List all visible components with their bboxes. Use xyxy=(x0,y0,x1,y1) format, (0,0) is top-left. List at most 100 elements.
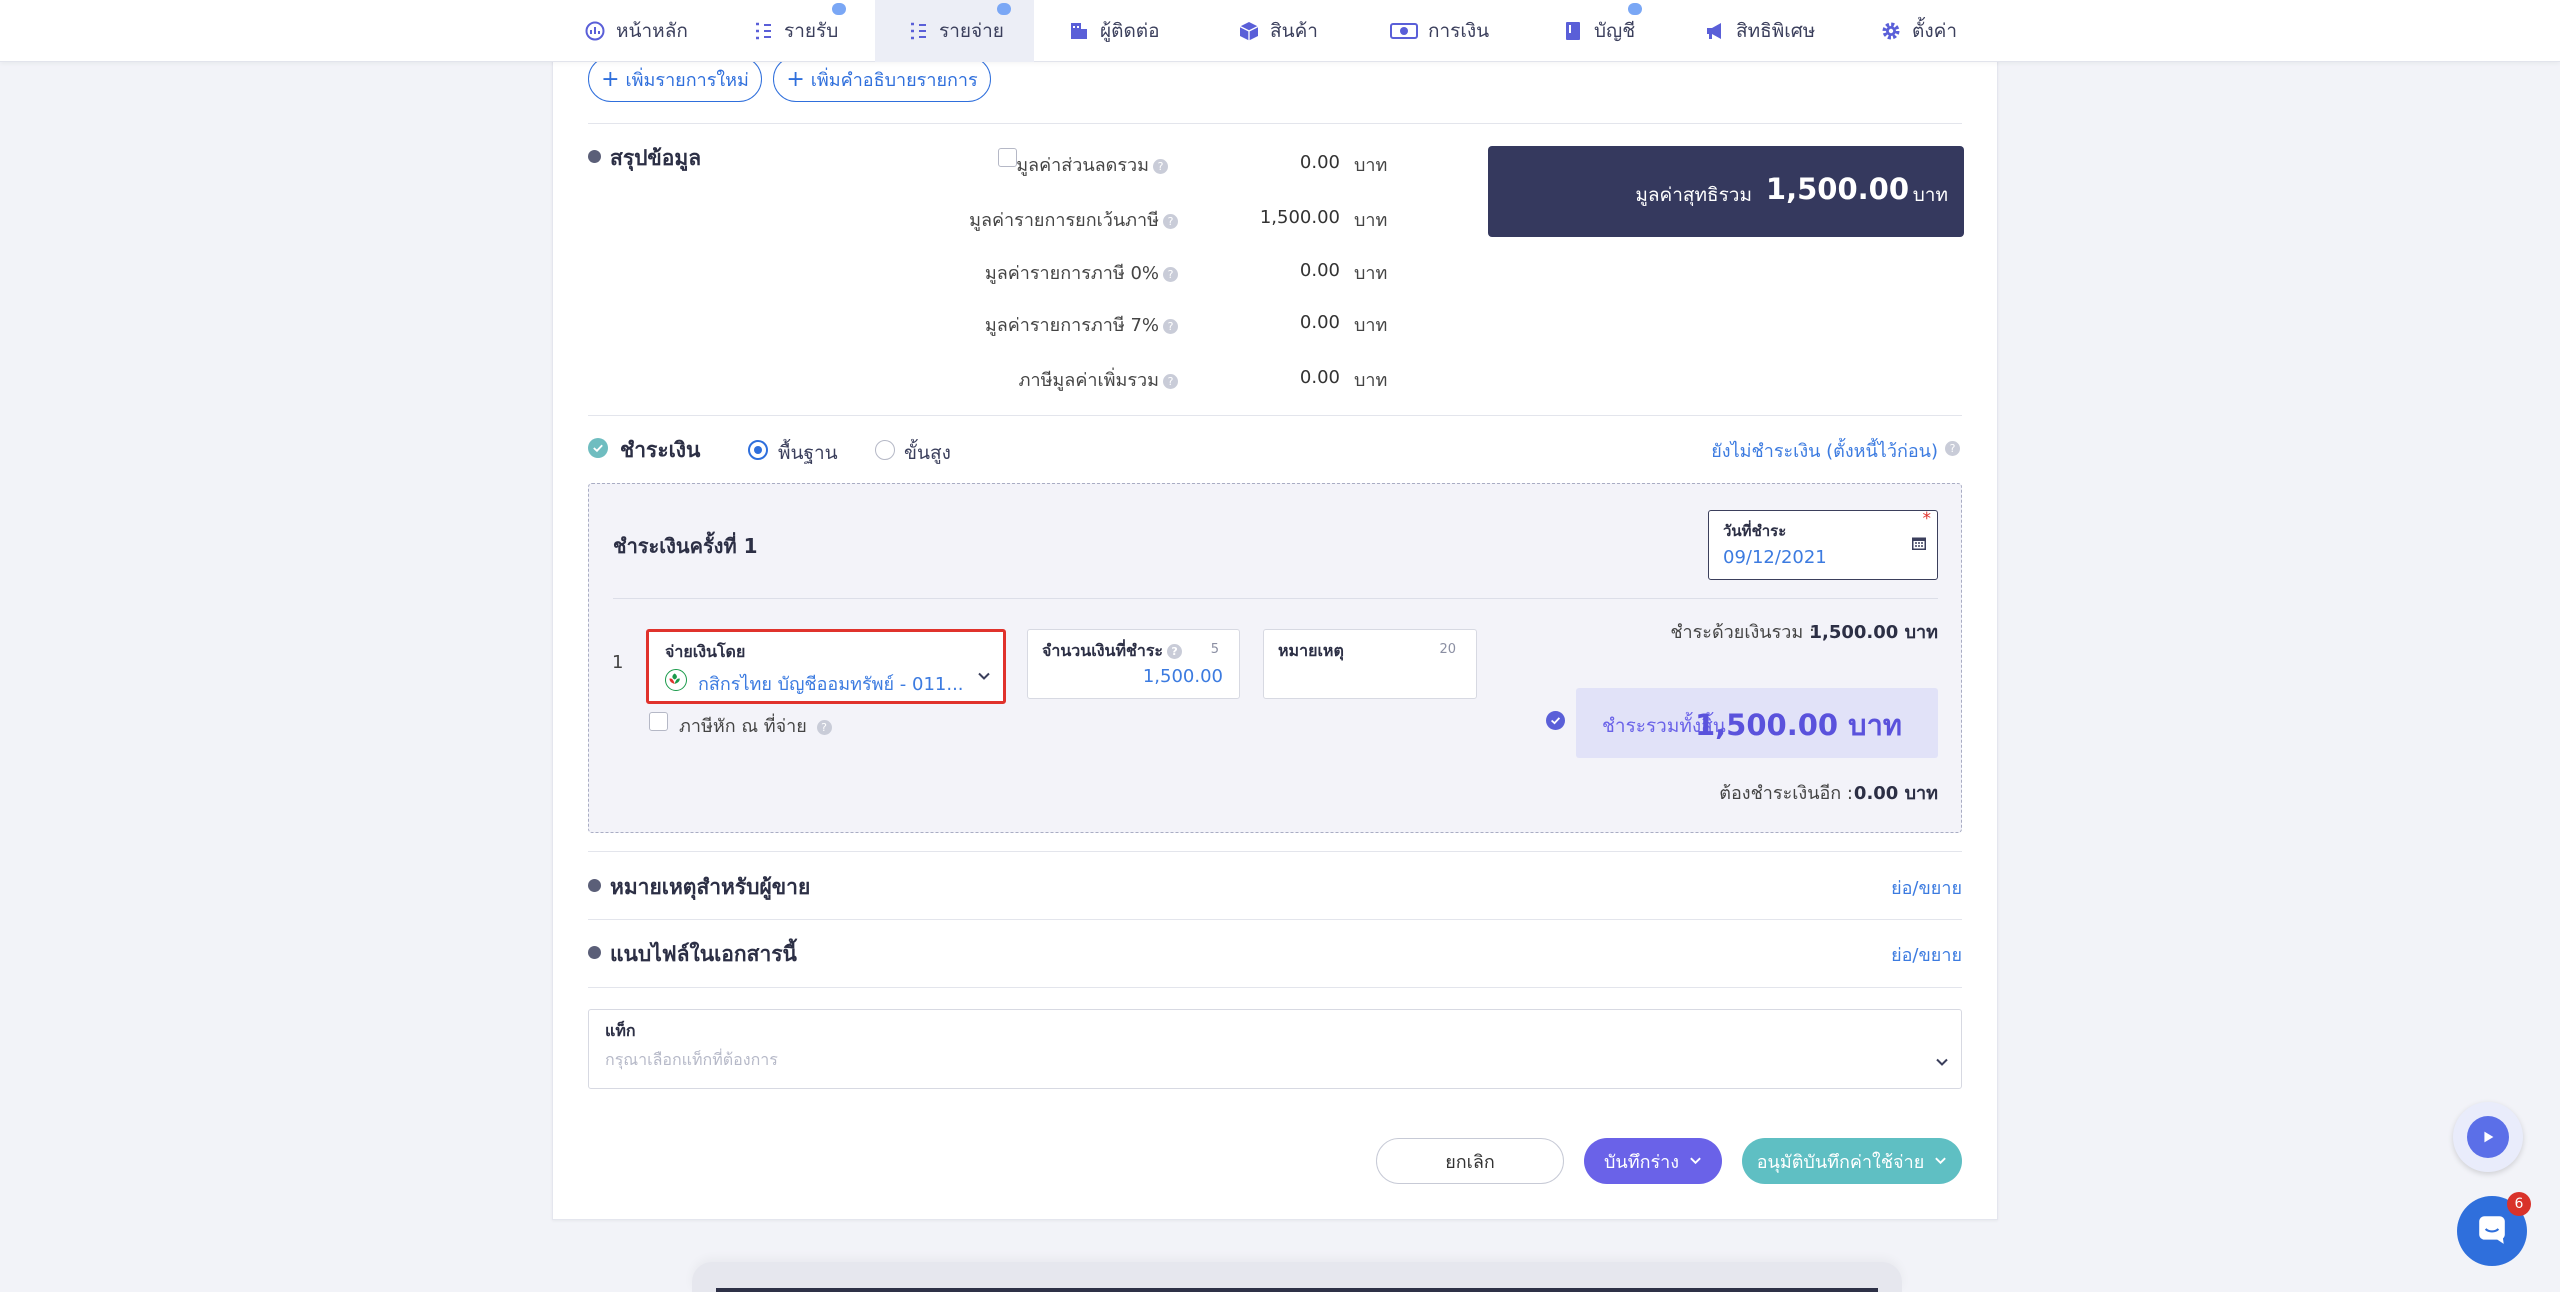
summary-row-label: มูลค่ารายการยกเว้นภาษี? xyxy=(940,205,1178,234)
payment-note-label: หมายเหตุ xyxy=(1278,641,1344,660)
check-circle-icon xyxy=(1546,711,1565,730)
summary-row-label: มูลค่ารายการภาษี 7%? xyxy=(940,310,1178,339)
payment-amount-counter: 5 xyxy=(1210,642,1219,657)
next-page-shadow xyxy=(692,1262,1902,1292)
nav-label: รายจ่าย xyxy=(939,20,1004,42)
summary-row-unit: บาท xyxy=(1354,370,1388,391)
tags-placeholder: กรุณาเลือกแท็กที่ต้องการ xyxy=(605,1050,778,1069)
paid-by-select[interactable]: จ่ายเงินโดย กสิกรไทย บัญชีออมทรัพย์ - 01… xyxy=(646,629,1006,704)
summary-row-label: มูลค่ารายการภาษี 0%? xyxy=(940,258,1178,287)
help-icon[interactable]: ? xyxy=(1945,441,1960,456)
divider xyxy=(588,987,1962,988)
payment-mode-basic-radio[interactable] xyxy=(748,440,768,460)
nav-item-products[interactable]: สินค้า xyxy=(1238,0,1318,62)
payment-mode-advanced-radio[interactable] xyxy=(875,440,895,460)
nav-label: รายรับ xyxy=(784,20,839,42)
section-bullet xyxy=(588,150,601,163)
seller-note-toggle[interactable]: ย่อ/ขยาย xyxy=(1891,873,1962,902)
net-total-value: 1,500.00 xyxy=(1765,172,1909,206)
summary-row-value: 0.00 xyxy=(1299,312,1340,333)
top-navigation: หน้าหลัก รายรับ รายจ่าย ผู้ติดต่อ สินค้า… xyxy=(0,0,2560,62)
box-icon xyxy=(1238,20,1260,42)
nav-item-home[interactable]: หน้าหลัก xyxy=(584,0,688,62)
help-icon[interactable]: ? xyxy=(1163,266,1178,282)
nav-item-contacts[interactable]: ผู้ติดต่อ xyxy=(1068,0,1160,62)
attach-toggle[interactable]: ย่อ/ขยาย xyxy=(1891,940,1962,969)
save-draft-button[interactable]: บันทึกร่าง xyxy=(1584,1138,1722,1184)
payment-title: ชำระเงิน xyxy=(620,438,701,462)
help-icon[interactable]: ? xyxy=(1163,373,1178,389)
tags-select[interactable]: แท็ก กรุณาเลือกแท็กที่ต้องการ xyxy=(588,1009,1962,1089)
help-icon[interactable]: ? xyxy=(1163,213,1178,229)
summary-row-label: ภาษีมูลค่าเพิ่มรวม? xyxy=(940,365,1178,394)
seller-note-title: หมายเหตุสำหรับผู้ขาย xyxy=(610,875,811,899)
plus-icon: + xyxy=(601,66,620,92)
check-circle-icon xyxy=(588,438,608,458)
help-icon[interactable]: ? xyxy=(1153,158,1168,174)
unpaid-link[interactable]: ยังไม่ชำระเงิน (ตั้งหนี้ไว้ก่อน) xyxy=(1711,436,1938,465)
nav-item-privileges[interactable]: สิทธิพิเศษ xyxy=(1704,0,1815,62)
plus-icon: + xyxy=(786,66,805,92)
new-badge xyxy=(997,3,1011,15)
help-icon[interactable]: ? xyxy=(1163,318,1178,334)
nav-item-accounting[interactable]: บัญชี xyxy=(1562,0,1642,62)
divider xyxy=(588,415,1962,416)
nav-label: สินค้า xyxy=(1270,20,1318,42)
payment-amount-field[interactable]: จำนวนเงินที่ชำระ? 5 1,500.00 xyxy=(1027,629,1240,699)
chat-launcher-button[interactable]: 6 xyxy=(2457,1192,2531,1266)
payment-date-field[interactable]: วันที่ชำระ 09/12/2021 * xyxy=(1708,509,1938,580)
calendar-icon[interactable] xyxy=(1911,535,1927,551)
remaining-value: 0.00 บาท xyxy=(1853,783,1938,804)
withholding-tax-label: ภาษีหัก ณ ที่จ่าย ? xyxy=(679,711,832,740)
nav-item-settings[interactable]: ตั้งค่า xyxy=(1880,0,1957,62)
remaining-label: ต้องชำระเงินอีก : xyxy=(1719,783,1853,804)
income-icon xyxy=(752,20,774,42)
add-item-label: เพิ่มรายการใหม่ xyxy=(625,69,749,91)
payment-amount-label: จำนวนเงินที่ชำระ? xyxy=(1042,639,1183,664)
summary-row-value: 1,500.00 xyxy=(1259,207,1340,228)
video-play-button[interactable] xyxy=(2453,1102,2523,1172)
summary-row-label: มูลค่าส่วนลดรวม? xyxy=(1010,150,1168,179)
ledger-icon xyxy=(1562,20,1584,42)
cancel-label: ยกเลิก xyxy=(1445,1151,1495,1173)
dashboard-icon xyxy=(584,20,606,42)
withholding-tax-checkbox[interactable] xyxy=(649,712,668,731)
chevron-down-icon xyxy=(1934,1151,1947,1172)
cancel-button[interactable]: ยกเลิก xyxy=(1376,1138,1564,1184)
nav-item-finance[interactable]: การเงิน xyxy=(1390,0,1489,62)
approve-expense-button[interactable]: อนุมัติบันทึกค่าใช้จ่าย xyxy=(1742,1138,1962,1184)
tags-label: แท็ก xyxy=(605,1021,636,1040)
nav-item-income[interactable]: รายรับ xyxy=(752,0,846,62)
attach-title: แนบไฟล์ในเอกสารนี้ xyxy=(610,942,797,966)
divider xyxy=(588,123,1962,124)
payment-mode-advanced-label[interactable]: ขั้นสูง xyxy=(904,438,951,468)
add-description-button[interactable]: + เพิ่มคำอธิบายรายการ xyxy=(773,56,991,102)
payment-row-index: 1 xyxy=(612,652,624,673)
paid-total-label: ชำระด้วยเงินรวม : xyxy=(1670,622,1815,643)
help-icon[interactable]: ? xyxy=(816,719,832,735)
grand-total-value: 1,500.00 บาท xyxy=(1694,708,1902,742)
next-page-edge xyxy=(716,1288,1878,1292)
nav-label: ผู้ติดต่อ xyxy=(1100,20,1160,42)
save-draft-label: บันทึกร่าง xyxy=(1603,1151,1680,1173)
net-total-label: มูลค่าสุทธิรวม xyxy=(1635,184,1752,206)
summary-row-value: 0.00 xyxy=(1299,152,1340,173)
net-total-box: มูลค่าสุทธิรวม 1,500.00 บาท xyxy=(1488,146,1964,237)
grand-total-box: ชำระรวมทั้งสิ้น 1,500.00 บาท xyxy=(1576,688,1938,758)
new-badge xyxy=(1628,3,1642,15)
summary-title: สรุปข้อมูล xyxy=(610,146,702,170)
chevron-down-icon xyxy=(1689,1151,1702,1172)
approve-expense-label: อนุมัติบันทึกค่าใช้จ่าย xyxy=(1756,1151,1925,1173)
expense-icon xyxy=(907,20,929,42)
summary-row-unit: บาท xyxy=(1354,155,1388,176)
payment-date-label: วันที่ชำระ xyxy=(1723,522,1787,540)
help-icon[interactable]: ? xyxy=(1167,644,1183,659)
payment-mode-basic-label[interactable]: พื้นฐาน xyxy=(778,438,838,468)
megaphone-icon xyxy=(1704,20,1726,42)
payment-note-field[interactable]: หมายเหตุ 20 xyxy=(1263,629,1477,699)
summary-row-unit: บาท xyxy=(1354,210,1388,231)
nav-item-expense[interactable]: รายจ่าย xyxy=(875,0,1034,62)
add-description-label: เพิ่มคำอธิบายรายการ xyxy=(810,69,978,91)
add-item-button[interactable]: + เพิ่มรายการใหม่ xyxy=(588,56,762,102)
gear-icon xyxy=(1880,20,1902,42)
